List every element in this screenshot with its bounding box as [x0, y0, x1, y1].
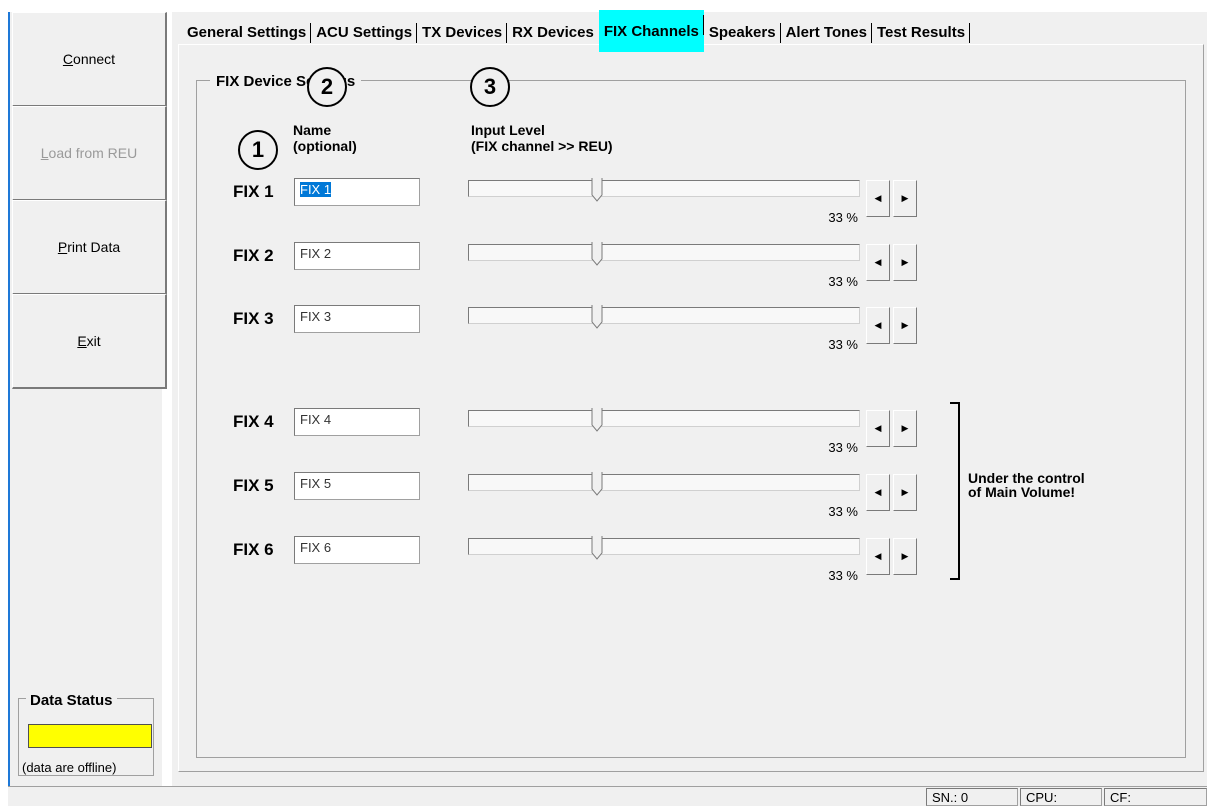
fix-name-value: FIX 5: [300, 476, 332, 491]
connect-button[interactable]: Connect: [12, 12, 167, 107]
increase-level-button[interactable]: ▶: [893, 244, 917, 281]
fix-name-input[interactable]: FIX 1: [294, 178, 420, 206]
fix-name-input[interactable]: FIX 4: [294, 408, 420, 436]
status-sn: SN.: 0: [926, 788, 1018, 806]
fix-name-input[interactable]: FIX 6: [294, 536, 420, 564]
fix-channel-label: FIX 6: [233, 540, 274, 559]
sidebar: Connect Load from REU Print Data Exit: [8, 12, 167, 788]
left-arrow-icon: ◀: [874, 193, 882, 203]
slider-thumb[interactable]: [591, 408, 603, 432]
main-volume-bracket: [950, 402, 960, 580]
input-level-slider[interactable]: [468, 307, 860, 324]
tab-strip: General Settings ACU Settings TX Devices…: [182, 10, 971, 52]
level-percent: 33 %: [828, 337, 858, 352]
input-level-slider[interactable]: [468, 410, 860, 427]
fix-name-value: FIX 3: [300, 309, 332, 324]
print-data-button[interactable]: Print Data: [12, 200, 167, 295]
level-percent: 33 %: [828, 274, 858, 289]
left-arrow-icon: ◀: [874, 551, 882, 561]
decrease-level-button[interactable]: ◀: [866, 244, 890, 281]
input-level-slider[interactable]: [468, 474, 860, 491]
slider-thumb[interactable]: [591, 178, 603, 202]
increase-level-button[interactable]: ▶: [893, 180, 917, 217]
input-level-column-header: Input Level (FIX channel >> REU): [471, 122, 613, 154]
tab-speakers[interactable]: Speakers: [704, 18, 781, 46]
fix-name-input[interactable]: FIX 5: [294, 472, 420, 500]
right-arrow-icon: ▶: [901, 423, 909, 433]
fix-channel-label: FIX 5: [233, 476, 274, 495]
decrease-level-button[interactable]: ◀: [866, 307, 890, 344]
input-level-slider[interactable]: [468, 180, 860, 197]
fix-name-value: FIX 6: [300, 540, 332, 555]
right-arrow-icon: ▶: [901, 257, 909, 267]
right-arrow-icon: ▶: [901, 487, 909, 497]
left-arrow-icon: ◀: [874, 487, 882, 497]
slider-thumb[interactable]: [591, 242, 603, 266]
status-cf: CF:: [1104, 788, 1207, 806]
tab-rx-devices[interactable]: RX Devices: [507, 18, 599, 46]
callout-1: 1: [238, 130, 278, 170]
exit-button[interactable]: Exit: [12, 294, 167, 389]
decrease-level-button[interactable]: ◀: [866, 474, 890, 511]
fix-name-value: FIX 4: [300, 412, 332, 427]
main-volume-note: Under the control of Main Volume!: [968, 470, 1085, 500]
slider-thumb[interactable]: [591, 305, 603, 329]
slider-thumb[interactable]: [591, 472, 603, 496]
tab-general-settings[interactable]: General Settings: [182, 18, 312, 46]
fix-name-value: FIX 1: [300, 182, 332, 197]
input-level-slider[interactable]: [468, 538, 860, 555]
fix-channel-label: FIX 4: [233, 412, 274, 431]
increase-level-button[interactable]: ▶: [893, 410, 917, 447]
decrease-level-button[interactable]: ◀: [866, 538, 890, 575]
callout-3: 3: [470, 67, 510, 107]
left-arrow-icon: ◀: [874, 423, 882, 433]
tab-alert-tones[interactable]: Alert Tones: [781, 18, 873, 46]
data-status-text: (data are offline): [22, 760, 117, 775]
increase-level-button[interactable]: ▶: [893, 474, 917, 511]
tab-acu-settings[interactable]: ACU Settings: [311, 18, 417, 46]
name-column-header: Name (optional): [293, 122, 357, 154]
tab-test-results[interactable]: Test Results: [872, 18, 971, 46]
level-percent: 33 %: [828, 440, 858, 455]
fix-name-input[interactable]: FIX 2: [294, 242, 420, 270]
level-percent: 33 %: [828, 210, 858, 225]
fix-name-value: FIX 2: [300, 246, 332, 261]
slider-thumb[interactable]: [591, 536, 603, 560]
callout-2: 2: [307, 67, 347, 107]
left-arrow-icon: ◀: [874, 320, 882, 330]
decrease-level-button[interactable]: ◀: [866, 410, 890, 447]
fix-channel-label: FIX 3: [233, 309, 274, 328]
data-status-indicator: [28, 724, 152, 748]
data-status-title: Data Status: [26, 692, 117, 709]
tab-tx-devices[interactable]: TX Devices: [417, 18, 508, 46]
increase-level-button[interactable]: ▶: [893, 538, 917, 575]
status-bar: SN.: 0 CPU: CF:: [8, 786, 1207, 806]
level-percent: 33 %: [828, 568, 858, 583]
input-level-slider[interactable]: [468, 244, 860, 261]
right-arrow-icon: ▶: [901, 551, 909, 561]
tab-fix-channels[interactable]: FIX Channels: [598, 10, 704, 52]
increase-level-button[interactable]: ▶: [893, 307, 917, 344]
level-percent: 33 %: [828, 504, 858, 519]
right-arrow-icon: ▶: [901, 320, 909, 330]
fix-name-input[interactable]: FIX 3: [294, 305, 420, 333]
fix-channel-label: FIX 1: [233, 182, 274, 201]
decrease-level-button[interactable]: ◀: [866, 180, 890, 217]
left-arrow-icon: ◀: [874, 257, 882, 267]
right-arrow-icon: ▶: [901, 193, 909, 203]
fix-channel-label: FIX 2: [233, 246, 274, 265]
load-from-reu-button[interactable]: Load from REU: [12, 106, 167, 201]
status-cpu: CPU:: [1020, 788, 1102, 806]
